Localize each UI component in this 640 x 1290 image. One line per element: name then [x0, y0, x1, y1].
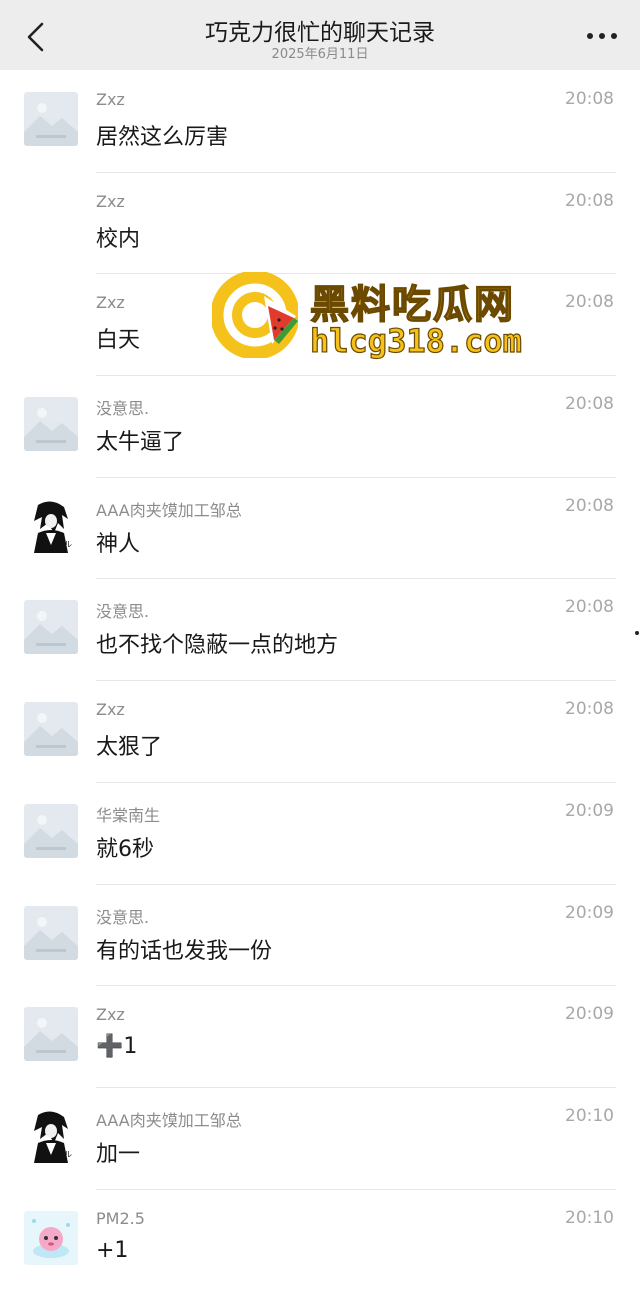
message-time: 20:08 — [565, 190, 614, 211]
sender-name: AAA肉夹馍加工邹总 — [96, 1110, 242, 1130]
message-item[interactable]: PM2.5 20:10 +1 — [0, 1188, 640, 1290]
avatar[interactable]: ル — [24, 498, 78, 553]
sender-name: 没意思. — [96, 602, 150, 622]
sender-name: Zxz — [96, 700, 125, 720]
avatar[interactable] — [24, 397, 78, 452]
svg-text:ル: ル — [64, 1150, 72, 1159]
chat-date: 2025年6月11日 — [271, 47, 369, 62]
cursor-dot — [635, 631, 639, 635]
message-divider — [96, 985, 616, 987]
message-divider — [96, 171, 616, 173]
message-text: +1 — [96, 1237, 129, 1263]
chat-title: 巧克力很忙的聊天记录 — [205, 20, 435, 46]
message-divider — [96, 578, 616, 580]
message-text: 神人 — [96, 531, 141, 557]
message-text: 就6秒 — [96, 836, 154, 862]
more-dots-icon[interactable] — [584, 24, 620, 48]
message-divider — [96, 680, 616, 682]
watermark-logo: 黑料吃瓜网 hlcg318.com — [212, 272, 542, 362]
message-time: 20:08 — [565, 89, 614, 109]
message-item[interactable]: Zxz 20:08 太狠了 — [0, 680, 640, 782]
avatar[interactable] — [24, 600, 78, 655]
message-divider — [96, 1086, 616, 1088]
sender-name: 华棠南生 — [96, 805, 161, 825]
message-list: Zxz 20:08 居然这么厉害 Zxz 20:08 校内 Zxz 20:08 白天 没意思. 2… — [0, 70, 640, 1290]
sender-name: Zxz — [96, 191, 125, 211]
message-time: 20:09 — [565, 1004, 614, 1025]
avatar[interactable] — [24, 1007, 78, 1062]
svg-text:ル: ル — [64, 540, 72, 549]
message-text: 校内 — [96, 226, 141, 252]
message-time: 20:08 — [565, 597, 614, 618]
message-divider — [96, 476, 616, 478]
message-text: 居然这么厉害 — [96, 125, 229, 150]
message-divider — [96, 1188, 616, 1190]
avatar[interactable] — [24, 905, 78, 960]
sender-name: 没意思. — [96, 907, 150, 927]
watermark-emblem-icon — [212, 272, 298, 358]
sender-name: AAA肉夹馍加工邹总 — [96, 500, 242, 520]
header-bar: 巧克力很忙的聊天记录 2025年6月11日 — [0, 0, 640, 70]
message-text: 加一 — [96, 1141, 141, 1167]
sender-name: 没意思. — [96, 399, 150, 419]
message-divider — [96, 375, 616, 377]
message-time: 20:10 — [565, 1105, 614, 1126]
message-item[interactable]: 没意思. 20:08 太牛逼了 — [0, 375, 640, 477]
message-divider — [96, 781, 616, 783]
avatar[interactable] — [24, 702, 78, 757]
message-divider — [96, 883, 616, 885]
sender-name: Zxz — [96, 90, 125, 109]
message-item[interactable]: 华棠南生 20:09 就6秒 — [0, 781, 640, 884]
message-item[interactable]: ル AAA肉夹馍加工邹总 20:10 加一 — [0, 1086, 640, 1189]
message-time: 20:08 — [565, 292, 614, 313]
message-time: 20:09 — [565, 902, 614, 923]
message-time: 20:08 — [565, 699, 614, 720]
message-item[interactable]: Zxz 20:09 ➕1 — [0, 985, 640, 1087]
message-text: 有的话也发我一份 — [96, 938, 273, 964]
avatar[interactable] — [24, 92, 78, 146]
message-item[interactable]: Zxz 20:08 居然这么厉害 — [0, 70, 640, 172]
message-text: 太牛逼了 — [96, 430, 185, 456]
message-time: 20:09 — [565, 800, 614, 821]
sender-name: Zxz — [96, 293, 125, 313]
sender-name: PM2.5 — [96, 1208, 145, 1228]
message-text: 白天 — [96, 328, 141, 354]
avatar[interactable]: ル — [24, 1108, 78, 1163]
message-text: ➕1 — [96, 1034, 138, 1060]
message-time: 20:08 — [565, 394, 614, 415]
message-item[interactable]: Zxz 20:08 校内 — [0, 171, 640, 274]
message-time: 20:10 — [565, 1207, 614, 1228]
message-item[interactable]: ル AAA肉夹馍加工邹总 20:08 神人 — [0, 476, 640, 579]
message-text: 太狠了 — [96, 735, 163, 761]
message-text: 也不找个隐蔽一点的地方 — [96, 633, 339, 659]
avatar[interactable] — [24, 803, 78, 858]
message-item[interactable]: 没意思. 20:09 有的话也发我一份 — [0, 883, 640, 986]
avatar[interactable] — [24, 1210, 78, 1265]
message-time: 20:08 — [565, 495, 614, 516]
watermark-url: hlcg318.com — [309, 321, 522, 360]
sender-name: Zxz — [96, 1005, 125, 1025]
message-item[interactable]: 没意思. 20:08 也不找个隐蔽一点的地方 — [0, 578, 640, 680]
